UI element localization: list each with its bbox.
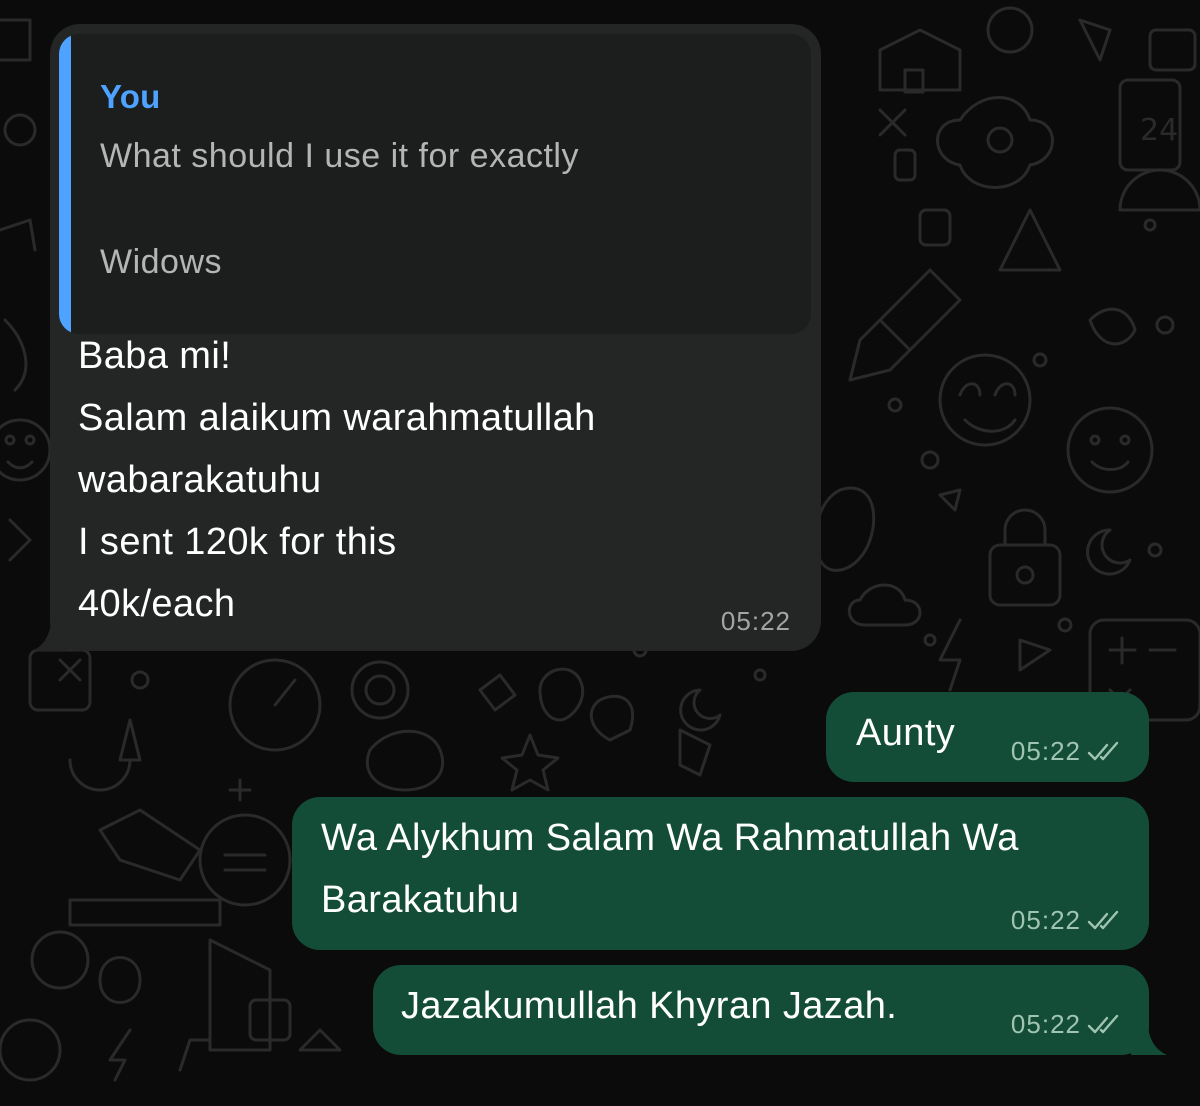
quoted-text-line: What should I use it for exactly <box>100 137 579 175</box>
double-check-icon <box>1087 741 1119 760</box>
quote-accent-bar <box>59 34 71 334</box>
outgoing-message-bubble[interactable]: Jazakumullah Khyran Jazah. 05:22 <box>373 965 1167 1055</box>
incoming-message-bubble[interactable]: You What should I use it for exactly Wid… <box>32 24 821 651</box>
svg-text:24: 24 <box>1140 113 1178 148</box>
message-text-line: Barakatuhu <box>321 879 520 921</box>
message-text-line: Wa Alykhum Salam Wa Rahmatullah Wa <box>321 817 1019 859</box>
outgoing-message-bubble[interactable]: Aunty 05:22 <box>826 692 1149 782</box>
message-meta: 05:22 <box>1011 1009 1121 1040</box>
double-check-icon <box>1087 1014 1119 1033</box>
incoming-bubble-tail <box>32 611 68 651</box>
message-meta: 05:22 <box>1011 736 1121 767</box>
quoted-text-line: Widows <box>100 243 223 281</box>
message-text-line: Baba mi! <box>78 335 232 377</box>
double-check-icon <box>1087 910 1119 929</box>
quoted-reply[interactable]: You What should I use it for exactly Wid… <box>59 34 811 334</box>
message-timestamp: 05:22 <box>1010 736 1081 766</box>
message-text-line: Jazakumullah Khyran Jazah. <box>401 985 898 1027</box>
message-text-line: 40k/each <box>78 583 236 625</box>
outgoing-message-bubble[interactable]: Wa Alykhum Salam Wa Rahmatullah Wa Barak… <box>292 797 1149 950</box>
message-timestamp: 05:22 <box>720 606 791 636</box>
message-timestamp: 05:22 <box>1010 905 1081 935</box>
quoted-author: You <box>100 78 161 115</box>
message-text-line: I sent 120k for this <box>78 521 397 563</box>
message-text-line: wabarakatuhu <box>78 459 322 501</box>
message-text-line: Salam alaikum warahmatullah <box>78 397 596 439</box>
message-text-line: Aunty <box>856 712 956 754</box>
message-meta: 05:22 <box>1011 905 1121 936</box>
outgoing-bubble-tail <box>1131 1015 1167 1055</box>
message-timestamp: 05:22 <box>1010 1009 1081 1039</box>
